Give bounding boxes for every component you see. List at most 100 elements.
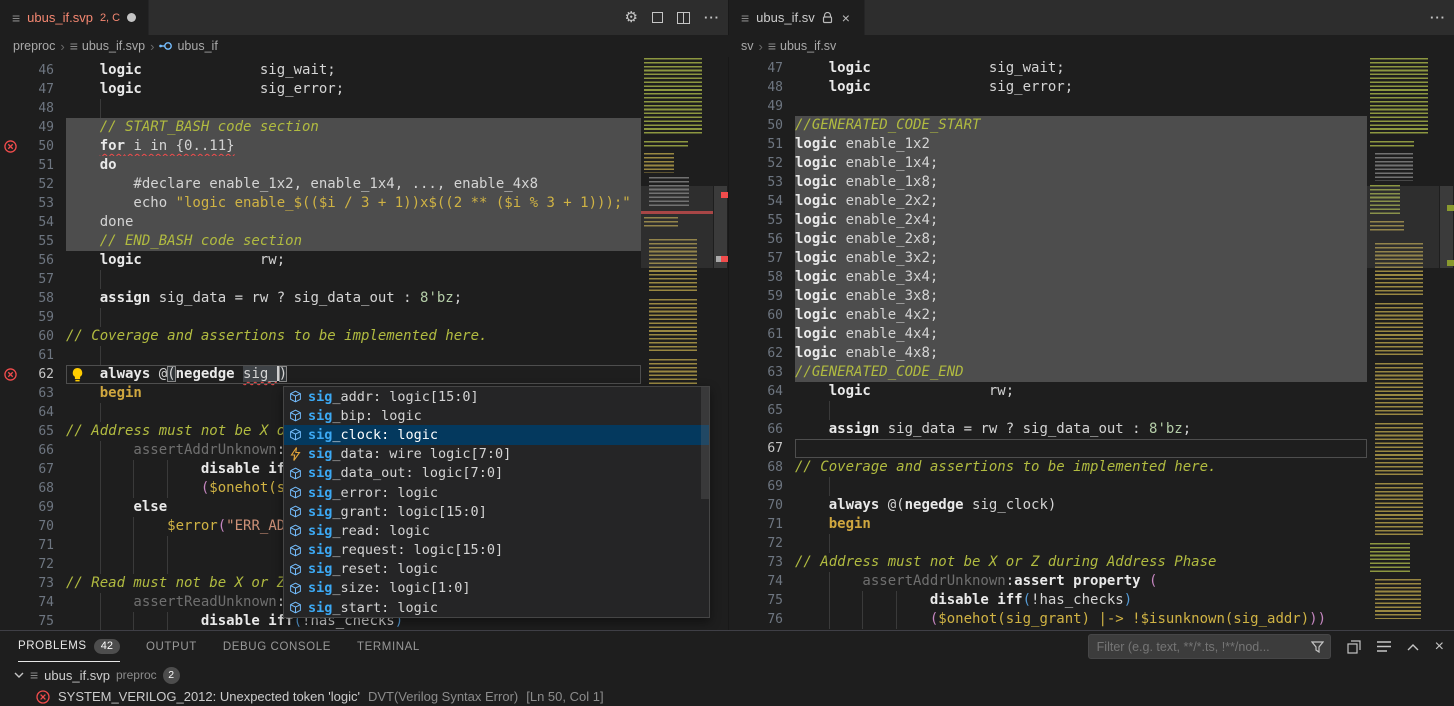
code-line[interactable]: 60// Coverage and assertions to be imple… [0, 327, 728, 346]
code-line[interactable]: 51 do [0, 156, 728, 175]
code-text: logic enable_4x8; [795, 344, 1367, 363]
code-line[interactable]: 50 for i in {0..11} [0, 137, 728, 156]
code-line[interactable]: 62 always @(negedge sig_) [0, 365, 728, 384]
code-line[interactable]: 70 always @(negedge sig_clock) [729, 496, 1454, 515]
code-text: always @(negedge sig_) [66, 365, 641, 384]
problems-filter[interactable] [1088, 634, 1331, 659]
code-line[interactable]: 58 assign sig_data = rw ? sig_data_out :… [0, 289, 728, 308]
problems-file-row[interactable]: ≡ ubus_if.svp preproc 2 [0, 664, 1454, 686]
view-as-table-icon[interactable] [1377, 641, 1391, 652]
suggest-item-sig_read[interactable]: sig_read: logic [284, 521, 709, 540]
code-line[interactable]: 61logic enable_4x4; [729, 325, 1454, 344]
code-line[interactable]: 54logic enable_2x2; [729, 192, 1454, 211]
editor-right[interactable]: 47 logic sig_wait;48 logic sig_error;495… [728, 57, 1454, 630]
breadcrumb-file[interactable]: ≡ubus_if.sv [768, 39, 836, 53]
code-line[interactable]: 60logic enable_4x2; [729, 306, 1454, 325]
breadcrumb-file[interactable]: ≡ubus_if.svp [70, 39, 145, 53]
code-line[interactable]: 74 assertAddrUnknown:assert property ( [729, 572, 1454, 591]
code-line[interactable]: 57 [0, 270, 728, 289]
code-line[interactable]: 52 #declare enable_1x2, enable_1x4, ...,… [0, 175, 728, 194]
panel-tab-terminal[interactable]: TERMINAL [357, 631, 420, 662]
code-line[interactable]: 48 [0, 99, 728, 118]
code-line[interactable]: 52logic enable_1x4; [729, 154, 1454, 173]
vertical-scrollbar[interactable] [713, 57, 728, 630]
error-icon [4, 368, 17, 381]
tab-ubus-if-sv[interactable]: ≡ ubus_if.sv × [729, 0, 865, 35]
code-line[interactable]: 65 [729, 401, 1454, 420]
problem-error-row[interactable]: SYSTEM_VERILOG_2012: Unexpected token 'l… [0, 686, 1454, 706]
code-line[interactable]: 61 [0, 346, 728, 365]
code-line[interactable]: 50//GENERATED_CODE_START [729, 116, 1454, 135]
code-line[interactable]: 66 assign sig_data = rw ? sig_data_out :… [729, 420, 1454, 439]
tab-ubus-if-svp[interactable]: ≡ ubus_if.svp 2, C [0, 0, 149, 35]
code-line[interactable]: 56 logic rw; [0, 251, 728, 270]
layout-icon[interactable] [652, 12, 663, 23]
code-line[interactable]: 63//GENERATED_CODE_END [729, 363, 1454, 382]
code-line[interactable]: 62logic enable_4x8; [729, 344, 1454, 363]
breadcrumb-symbol[interactable]: ubus_if [159, 39, 217, 53]
suggest-scrollbar[interactable] [701, 387, 709, 499]
code-line[interactable]: 54 done [0, 213, 728, 232]
suggest-item-sig_reset[interactable]: sig_reset: logic [284, 560, 709, 579]
code-line[interactable]: 47 logic sig_error; [0, 80, 728, 99]
code-text [795, 97, 1367, 116]
line-number: 48 [22, 99, 54, 118]
more-actions-icon[interactable]: ··· [704, 10, 720, 25]
close-icon[interactable]: × [840, 10, 852, 26]
minimap[interactable] [1367, 57, 1439, 630]
code-line[interactable]: 72 [729, 534, 1454, 553]
close-panel-icon[interactable]: × [1435, 638, 1444, 656]
code-line[interactable]: 76 ($onehot(sig_grant) |-> !$isunknown(s… [729, 610, 1454, 629]
code-text [795, 534, 1367, 553]
code-text: disable iff(!has_checks) [795, 591, 1367, 610]
code-line[interactable]: 71 begin [729, 515, 1454, 534]
suggest-item-sig_data_out[interactable]: sig_data_out: logic[7:0] [284, 464, 709, 483]
editor-left[interactable]: 46 logic sig_wait;47 logic sig_error;484… [0, 57, 728, 630]
suggest-item-sig_data[interactable]: sig_data: wire logic[7:0] [284, 445, 709, 464]
code-line[interactable]: 73// Address must not be X or Z during A… [729, 553, 1454, 572]
panel-tab-problems[interactable]: PROBLEMS42 [18, 631, 120, 662]
panel-tab-debug-console[interactable]: DEBUG CONSOLE [223, 631, 331, 662]
code-line[interactable]: 53 echo "logic enable_$(($i / 3 + 1))x$(… [0, 194, 728, 213]
code-line[interactable]: 49 // START_BASH code section [0, 118, 728, 137]
panel-tab-output[interactable]: OUTPUT [146, 631, 197, 662]
code-line[interactable]: 68// Coverage and assertions to be imple… [729, 458, 1454, 477]
breadcrumb-folder[interactable]: preproc [13, 39, 55, 53]
maximize-panel-icon[interactable] [1407, 643, 1419, 651]
code-line[interactable]: 51logic enable_1x2 [729, 135, 1454, 154]
vertical-scrollbar[interactable] [1439, 57, 1454, 630]
settings-icon[interactable]: ⚙ [625, 10, 638, 25]
code-line[interactable]: 49 [729, 97, 1454, 116]
suggest-item-sig_grant[interactable]: sig_grant: logic[15:0] [284, 502, 709, 521]
code-line[interactable]: 58logic enable_3x4; [729, 268, 1454, 287]
gutter [729, 154, 751, 173]
more-actions-icon[interactable]: ··· [1430, 10, 1446, 25]
suggest-item-sig_request[interactable]: sig_request: logic[15:0] [284, 541, 709, 560]
code-line[interactable]: 55 // END_BASH code section [0, 232, 728, 251]
lightbulb-icon[interactable] [70, 367, 85, 388]
filter-input[interactable] [1097, 640, 1311, 654]
code-line[interactable]: 64 logic rw; [729, 382, 1454, 401]
code-text [66, 308, 641, 327]
code-line[interactable]: 57logic enable_3x2; [729, 249, 1454, 268]
code-line[interactable]: 75 disable iff(!has_checks) [729, 591, 1454, 610]
code-line[interactable]: 59logic enable_3x8; [729, 287, 1454, 306]
suggest-item-sig_error[interactable]: sig_error: logic [284, 483, 709, 502]
suggest-item-sig_addr[interactable]: sig_addr: logic[15:0] [284, 387, 709, 406]
code-line[interactable]: 59 [0, 308, 728, 327]
collapse-all-icon[interactable] [1347, 640, 1361, 654]
split-editor-icon[interactable] [677, 12, 690, 24]
suggest-item-sig_start[interactable]: sig_start: logic [284, 598, 709, 617]
breadcrumb-folder[interactable]: sv [741, 39, 754, 53]
code-line[interactable]: 67 [729, 439, 1454, 458]
code-line[interactable]: 53logic enable_1x8; [729, 173, 1454, 192]
code-line[interactable]: 56logic enable_2x8; [729, 230, 1454, 249]
code-line[interactable]: 46 logic sig_wait; [0, 61, 728, 80]
suggest-item-sig_bip[interactable]: sig_bip: logic [284, 406, 709, 425]
suggest-item-sig_clock[interactable]: sig_clock: logic [284, 425, 709, 444]
code-line[interactable]: 69 [729, 477, 1454, 496]
code-line[interactable]: 47 logic sig_wait; [729, 59, 1454, 78]
suggest-item-sig_size[interactable]: sig_size: logic[1:0] [284, 579, 709, 598]
code-line[interactable]: 55logic enable_2x4; [729, 211, 1454, 230]
code-line[interactable]: 48 logic sig_error; [729, 78, 1454, 97]
